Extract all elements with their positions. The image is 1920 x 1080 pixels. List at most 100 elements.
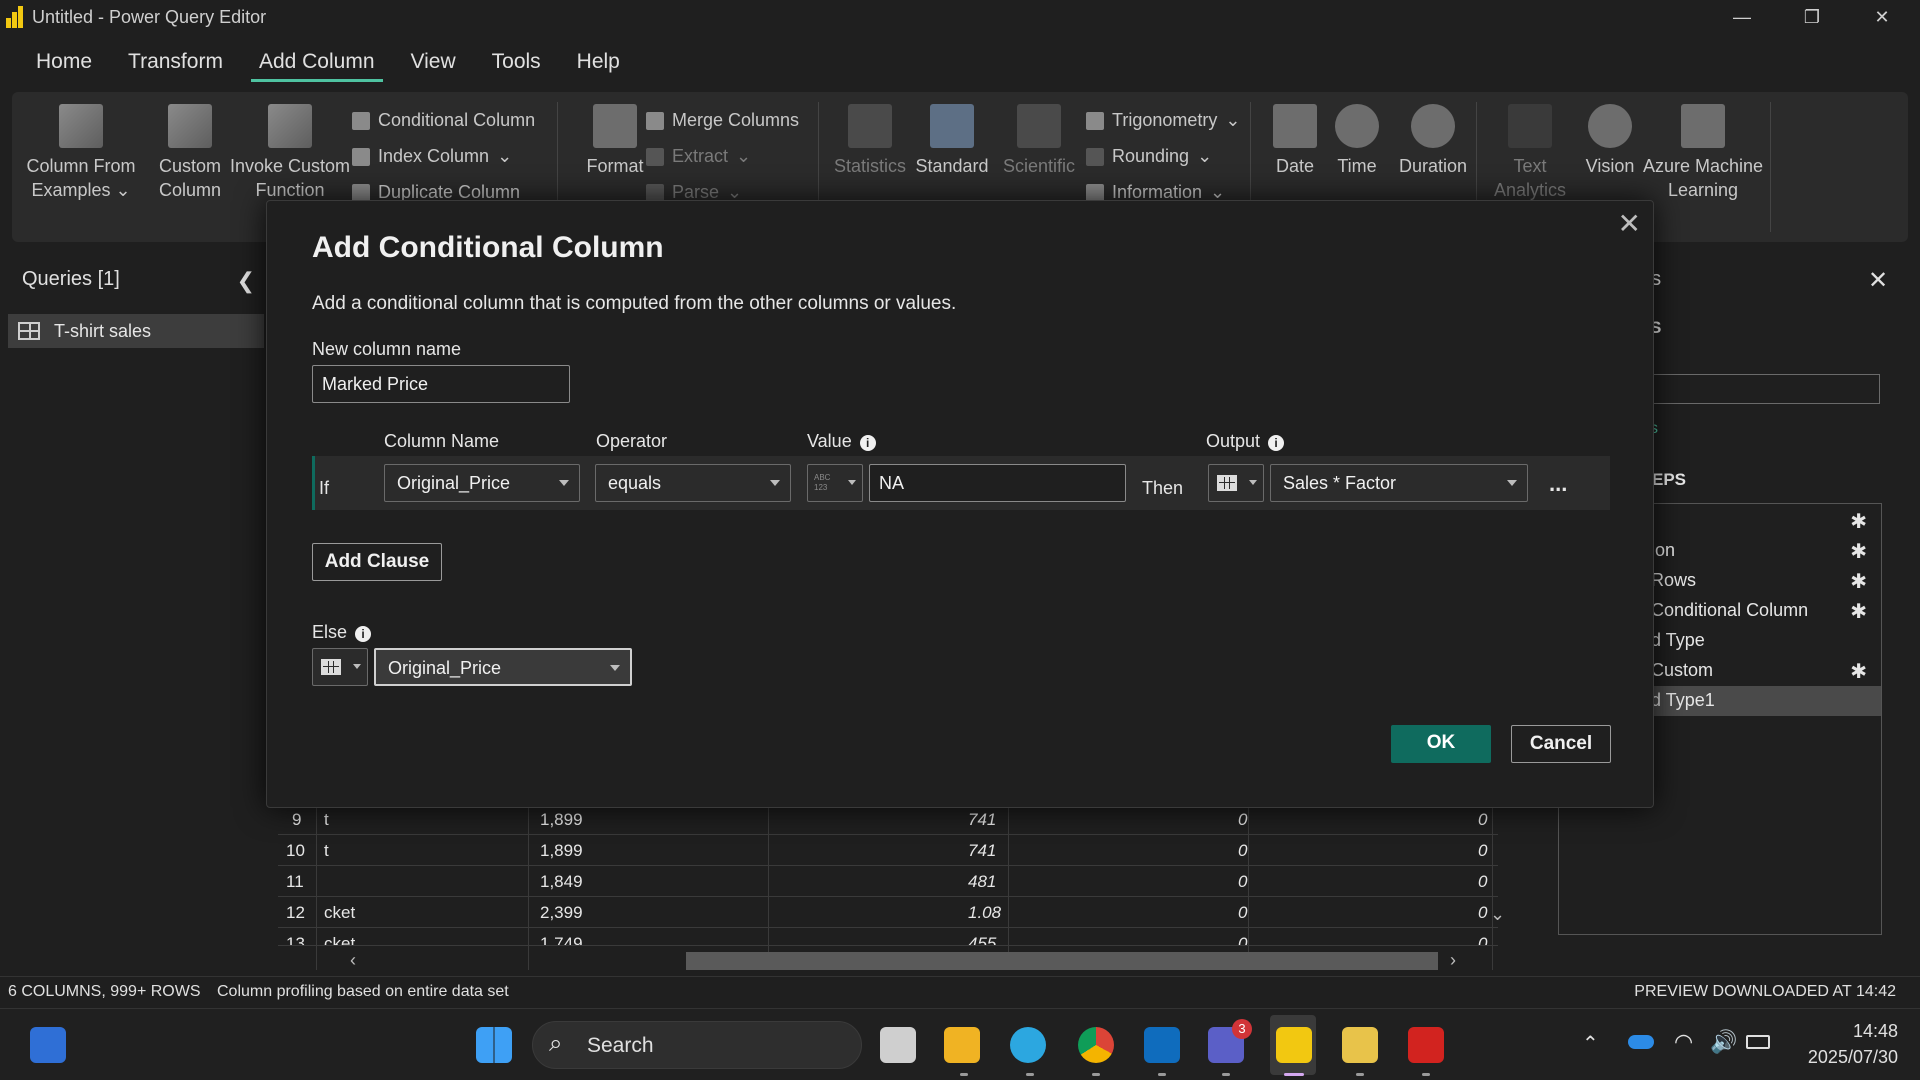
text-analytics-button[interactable]: Text Analytics [1490,104,1570,202]
applied-steps-heading: EPS [1652,470,1687,489]
value-type-dropdown[interactable]: ABC 123 [807,464,863,502]
chevron-down-icon [610,665,620,671]
add-clause-button[interactable]: Add Clause [312,543,442,581]
tab-add-column[interactable]: Add Column [241,34,393,84]
value-input[interactable]: NA [869,464,1126,502]
file-explorer-icon[interactable] [944,1027,980,1063]
windows-start-icon[interactable] [476,1027,512,1063]
tab-transform[interactable]: Transform [110,34,241,84]
else-dropdown[interactable]: Original_Price [374,648,632,686]
more-options-icon[interactable]: ... [1549,471,1567,497]
table-row[interactable]: 11 1,849 481 0 0 [278,866,1498,897]
scroll-down-icon[interactable]: ⌄ [1490,904,1505,925]
standard-button[interactable]: Standard [912,104,992,178]
close-settings-icon[interactable]: ✕ [1868,266,1888,295]
tab-view[interactable]: View [393,34,474,84]
table-row[interactable]: 10 t 1,899 741 0 0 [278,835,1498,866]
table-row[interactable]: 13 cket 1,749 455 0 0 [278,928,1498,946]
operator-dropdown[interactable]: equals [595,464,791,502]
snipping-tool-icon[interactable] [1342,1027,1378,1063]
add-conditional-column-dialog: Add Conditional Column ✕ Add a condition… [266,200,1654,808]
conditional-column-button[interactable]: Conditional Column [352,110,535,131]
trigonometry-button[interactable]: Trigonometry ⌄ [1086,110,1240,131]
format-abc-icon [593,104,637,148]
rounding-button[interactable]: Rounding ⌄ [1086,146,1212,167]
battery-icon[interactable] [1746,1035,1770,1049]
power-bi-logo-icon [6,6,24,28]
statistics-button[interactable]: Statistics [830,104,910,178]
tab-tools[interactable]: Tools [474,34,559,84]
extract-button[interactable]: Extract ⌄ [646,146,751,167]
time-button[interactable]: Time [1322,104,1392,178]
invoke-custom-function-button[interactable]: Invoke Custom Function [220,104,360,202]
column-from-examples-button[interactable]: Column From Examples ⌄ [26,104,136,202]
chevron-down-icon [559,480,569,486]
information-icon [1086,183,1104,202]
stopwatch-icon [1411,104,1455,148]
tab-help[interactable]: Help [559,34,638,84]
azure-ml-button[interactable]: Azure Machine Learning [1628,104,1778,202]
standard-icon [930,104,974,148]
horizontal-scrollbar[interactable]: ‹ › [350,950,1460,972]
scroll-left-icon[interactable]: ‹ [350,950,356,971]
edge-icon[interactable] [1010,1027,1046,1063]
merge-columns-button[interactable]: Merge Columns [646,110,799,131]
task-view-icon[interactable] [880,1027,916,1063]
ok-button[interactable]: OK [1391,725,1491,763]
close-icon[interactable]: ✕ [1852,0,1912,34]
scientific-button[interactable]: Scientific [996,104,1082,178]
wifi-icon[interactable]: ◠ [1674,1029,1693,1055]
info-icon[interactable]: i [1268,435,1285,451]
status-profiling[interactable]: Column profiling based on entire data se… [217,983,509,1001]
else-type-dropdown[interactable] [312,648,368,686]
column-name-dropdown[interactable]: Original_Price [384,464,580,502]
if-label: If [319,478,330,498]
acrobat-icon[interactable] [1408,1027,1444,1063]
tab-home[interactable]: Home [18,34,110,84]
index-column-button[interactable]: Index Column ⌄ [352,146,512,167]
gear-icon[interactable]: ✱ [1850,539,1867,564]
status-bar: 6 COLUMNS, 999+ ROWS Column profiling ba… [0,976,1920,1006]
window-title: Untitled - Power Query Editor [32,6,267,27]
gear-icon[interactable]: ✱ [1850,569,1867,594]
gear-icon[interactable]: ✱ [1850,509,1867,534]
clock-time[interactable]: 14:48 [1798,1021,1898,1042]
custom-column-icon [168,104,212,148]
table-row[interactable]: 9 t 1,899 741 0 0 [278,804,1498,835]
info-icon[interactable]: i [859,435,876,451]
duration-button[interactable]: Duration [1388,104,1478,178]
scroll-right-icon[interactable]: › [1450,950,1456,971]
minimize-icon[interactable]: — [1712,0,1772,34]
trigonometry-icon [1086,111,1104,130]
gear-icon[interactable]: ✱ [1850,599,1867,624]
query-name-input[interactable] [1648,374,1880,404]
cancel-button[interactable]: Cancel [1511,725,1611,763]
restore-icon[interactable]: ❐ [1782,0,1842,34]
dialog-title: Add Conditional Column [312,231,664,264]
gear-icon[interactable]: ✱ [1850,659,1867,684]
taskbar-search-box[interactable]: ⌕ Search [532,1021,862,1069]
output-dropdown[interactable]: Sales * Factor [1270,464,1528,502]
query-item-t-shirt-sales[interactable]: T-shirt sales [8,314,264,348]
table-row[interactable]: 12 cket 2,399 1.08 0 0 [278,897,1498,928]
volume-icon[interactable]: 🔊 [1710,1029,1737,1055]
close-icon[interactable]: ✕ [1618,207,1641,240]
info-icon[interactable]: i [355,626,372,642]
date-button[interactable]: Date [1260,104,1330,178]
new-column-name-input[interactable]: Marked Price [312,365,570,403]
scrollbar-thumb[interactable] [686,952,1438,970]
column-from-examples-icon [59,104,103,148]
output-type-dropdown[interactable] [1208,464,1264,502]
table-icon [18,322,40,340]
clock-date[interactable]: 2025/07/30 [1788,1047,1898,1068]
search-icon: ⌕ [549,1030,563,1057]
calendar-icon [1273,104,1317,148]
onedrive-icon[interactable] [1628,1035,1654,1049]
chrome-icon[interactable] [1078,1027,1114,1063]
chevron-up-icon[interactable]: ⌃ [1582,1031,1599,1056]
power-bi-icon[interactable] [1276,1027,1312,1063]
outlook-icon[interactable] [1144,1027,1180,1063]
collapse-pane-icon[interactable]: ❮ [237,268,255,294]
widgets-icon[interactable] [30,1027,66,1063]
taskbar: ⌕ Search 3 ⌃ ◠ 🔊 14:48 2025/07/30 [0,1008,1920,1080]
